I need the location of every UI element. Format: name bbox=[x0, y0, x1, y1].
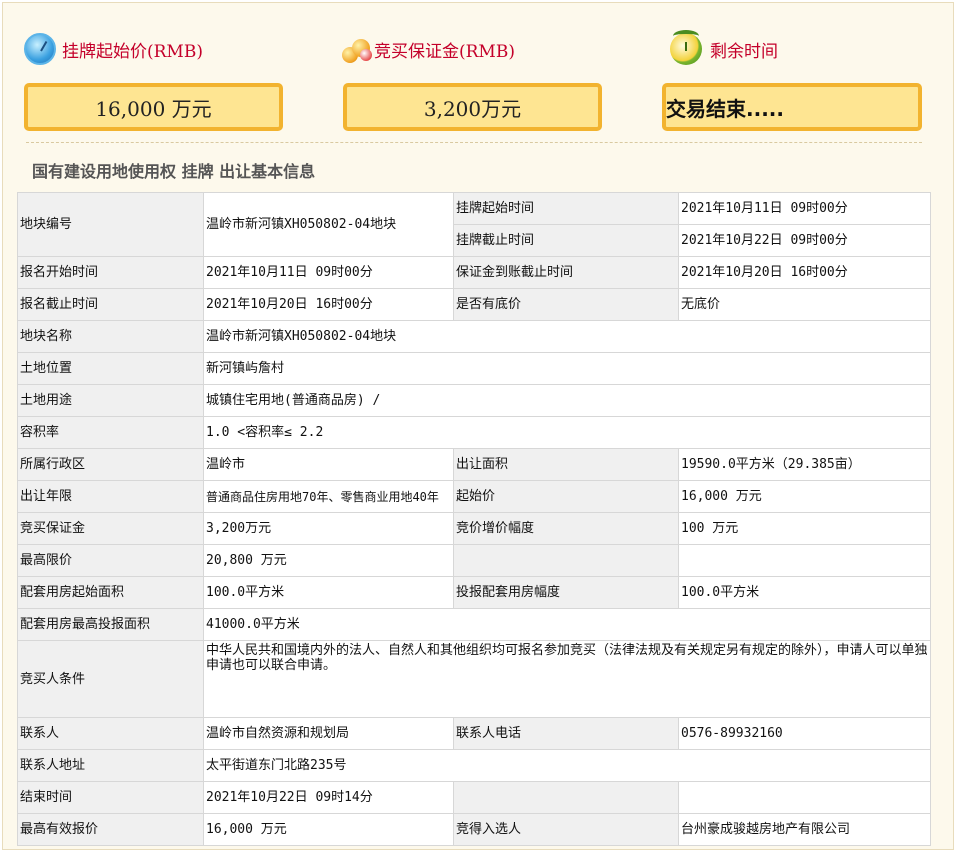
table-row: 配套用房起始面积 100.0平方米 投报配套用房幅度 100.0平方米 bbox=[17, 576, 931, 609]
row-key: 结束时间 bbox=[17, 781, 204, 814]
clock-icon bbox=[24, 33, 56, 65]
row-key: 投报配套用房幅度 bbox=[453, 576, 679, 609]
table-row: 配套用房最高投报面积 41000.0平方米 bbox=[17, 608, 931, 641]
remaining-header: 剩余时间 bbox=[670, 30, 778, 65]
start-price-header: 挂牌起始价(RMB) bbox=[24, 33, 203, 65]
start-price-value: 16,000 万元 bbox=[24, 83, 283, 131]
table-row: 竞买人条件 中华人民共和国境内外的法人、自然人和其他组织均可报名参加竞买（法律法… bbox=[17, 640, 931, 718]
row-key: 竞得入选人 bbox=[453, 813, 679, 846]
empty-cell bbox=[678, 781, 931, 814]
row-key: 土地位置 bbox=[17, 352, 204, 385]
row-key: 地块编号 bbox=[17, 192, 204, 257]
row-key: 起始价 bbox=[453, 480, 679, 513]
info-table: 地块编号 温岭市新河镇XH050802-04地块 挂牌起始时间 2021年10月… bbox=[17, 192, 931, 846]
row-key: 土地用途 bbox=[17, 384, 204, 417]
row-key: 联系人地址 bbox=[17, 749, 204, 782]
alarm-clock-icon bbox=[670, 30, 702, 65]
remaining-value: 交易结束..... bbox=[662, 83, 922, 131]
row-value: 2021年10月22日 09时00分 bbox=[678, 224, 931, 257]
row-value: 0576-89932160 bbox=[678, 717, 931, 750]
row-value: 16,000 万元 bbox=[678, 480, 931, 513]
table-row: 结束时间 2021年10月22日 09时14分 bbox=[17, 781, 931, 814]
section-title: 国有建设用地使用权 挂牌 出让基本信息 bbox=[32, 162, 316, 181]
row-value: 温岭市新河镇XH050802-04地块 bbox=[203, 320, 931, 353]
row-value: 2021年10月20日 16时00分 bbox=[678, 256, 931, 289]
table-row: 最高限价 20,800 万元 bbox=[17, 544, 931, 577]
table-row: 容积率 1.0 <容积率≤ 2.2 bbox=[17, 416, 931, 449]
start-price-label: 挂牌起始价(RMB) bbox=[62, 41, 203, 62]
table-row: 地块名称 温岭市新河镇XH050802-04地块 bbox=[17, 320, 931, 353]
row-key: 竞买人条件 bbox=[17, 640, 204, 718]
row-key: 联系人 bbox=[17, 717, 204, 750]
row-value: 中华人民共和国境内外的法人、自然人和其他组织均可报名参加竞买（法律法规及有关规定… bbox=[203, 640, 931, 718]
divider bbox=[26, 142, 922, 143]
row-key: 挂牌起始时间 bbox=[453, 192, 679, 225]
row-key: 容积率 bbox=[17, 416, 204, 449]
table-row: 出让年限 普通商品住房用地70年、零售商业用地40年 起始价 16,000 万元 bbox=[17, 480, 931, 513]
row-value: 无底价 bbox=[678, 288, 931, 321]
row-value: 温岭市新河镇XH050802-04地块 bbox=[203, 192, 454, 257]
table-row: 竞买保证金 3,200万元 竞价增价幅度 100 万元 bbox=[17, 512, 931, 545]
row-key: 地块名称 bbox=[17, 320, 204, 353]
row-value: 41000.0平方米 bbox=[203, 608, 931, 641]
row-value: 2021年10月20日 16时00分 bbox=[203, 288, 454, 321]
deposit-value: 3,200万元 bbox=[343, 83, 602, 131]
row-key: 竞价增价幅度 bbox=[453, 512, 679, 545]
table-row: 联系人地址 太平街道东门北路235号 bbox=[17, 749, 931, 782]
row-value: 新河镇屿詹村 bbox=[203, 352, 931, 385]
table-row: 土地位置 新河镇屿詹村 bbox=[17, 352, 931, 385]
row-key: 最高有效报价 bbox=[17, 813, 204, 846]
row-value: 100.0平方米 bbox=[678, 576, 931, 609]
empty-cell bbox=[678, 544, 931, 577]
row-key: 所属行政区 bbox=[17, 448, 204, 481]
deposit-header: 竞买保证金(RMB) bbox=[340, 33, 515, 65]
empty-cell bbox=[453, 781, 679, 814]
row-key: 报名截止时间 bbox=[17, 288, 204, 321]
row-key: 保证金到账截止时间 bbox=[453, 256, 679, 289]
row-value: 3,200万元 bbox=[203, 512, 454, 545]
row-value: 普通商品住房用地70年、零售商业用地40年 bbox=[203, 480, 454, 513]
row-value: 温岭市自然资源和规划局 bbox=[203, 717, 454, 750]
row-key: 联系人电话 bbox=[453, 717, 679, 750]
table-row: 最高有效报价 16,000 万元 竞得入选人 台州豪成骏越房地产有限公司 bbox=[17, 813, 931, 846]
row-key: 出让年限 bbox=[17, 480, 204, 513]
row-value: 台州豪成骏越房地产有限公司 bbox=[678, 813, 931, 846]
row-value: 温岭市 bbox=[203, 448, 454, 481]
row-key: 配套用房最高投报面积 bbox=[17, 608, 204, 641]
row-value: 太平街道东门北路235号 bbox=[203, 749, 931, 782]
row-value: 城镇住宅用地(普通商品房) / bbox=[203, 384, 931, 417]
empty-cell bbox=[453, 544, 679, 577]
remaining-label: 剩余时间 bbox=[710, 41, 778, 62]
table-row: 土地用途 城镇住宅用地(普通商品房) / bbox=[17, 384, 931, 417]
table-row: 报名开始时间 2021年10月11日 09时00分 保证金到账截止时间 2021… bbox=[17, 256, 931, 289]
table-row: 联系人 温岭市自然资源和规划局 联系人电话 0576-89932160 bbox=[17, 717, 931, 750]
row-key: 挂牌截止时间 bbox=[453, 224, 679, 257]
row-key: 竞买保证金 bbox=[17, 512, 204, 545]
money-icon bbox=[340, 33, 372, 65]
row-key: 报名开始时间 bbox=[17, 256, 204, 289]
row-value: 19590.0平方米（29.385亩） bbox=[678, 448, 931, 481]
row-key: 是否有底价 bbox=[453, 288, 679, 321]
deposit-label: 竞买保证金(RMB) bbox=[374, 41, 515, 62]
row-value: 16,000 万元 bbox=[203, 813, 454, 846]
row-value: 100 万元 bbox=[678, 512, 931, 545]
row-value: 2021年10月11日 09时00分 bbox=[678, 192, 931, 225]
row-value: 1.0 <容积率≤ 2.2 bbox=[203, 416, 931, 449]
table-row: 所属行政区 温岭市 出让面积 19590.0平方米（29.385亩） bbox=[17, 448, 931, 481]
table-row: 地块编号 温岭市新河镇XH050802-04地块 挂牌起始时间 2021年10月… bbox=[17, 192, 931, 257]
row-key: 配套用房起始面积 bbox=[17, 576, 204, 609]
row-value: 2021年10月11日 09时00分 bbox=[203, 256, 454, 289]
row-value: 2021年10月22日 09时14分 bbox=[203, 781, 454, 814]
table-row: 报名截止时间 2021年10月20日 16时00分 是否有底价 无底价 bbox=[17, 288, 931, 321]
row-key: 最高限价 bbox=[17, 544, 204, 577]
row-key: 出让面积 bbox=[453, 448, 679, 481]
row-value: 100.0平方米 bbox=[203, 576, 454, 609]
row-value: 20,800 万元 bbox=[203, 544, 454, 577]
